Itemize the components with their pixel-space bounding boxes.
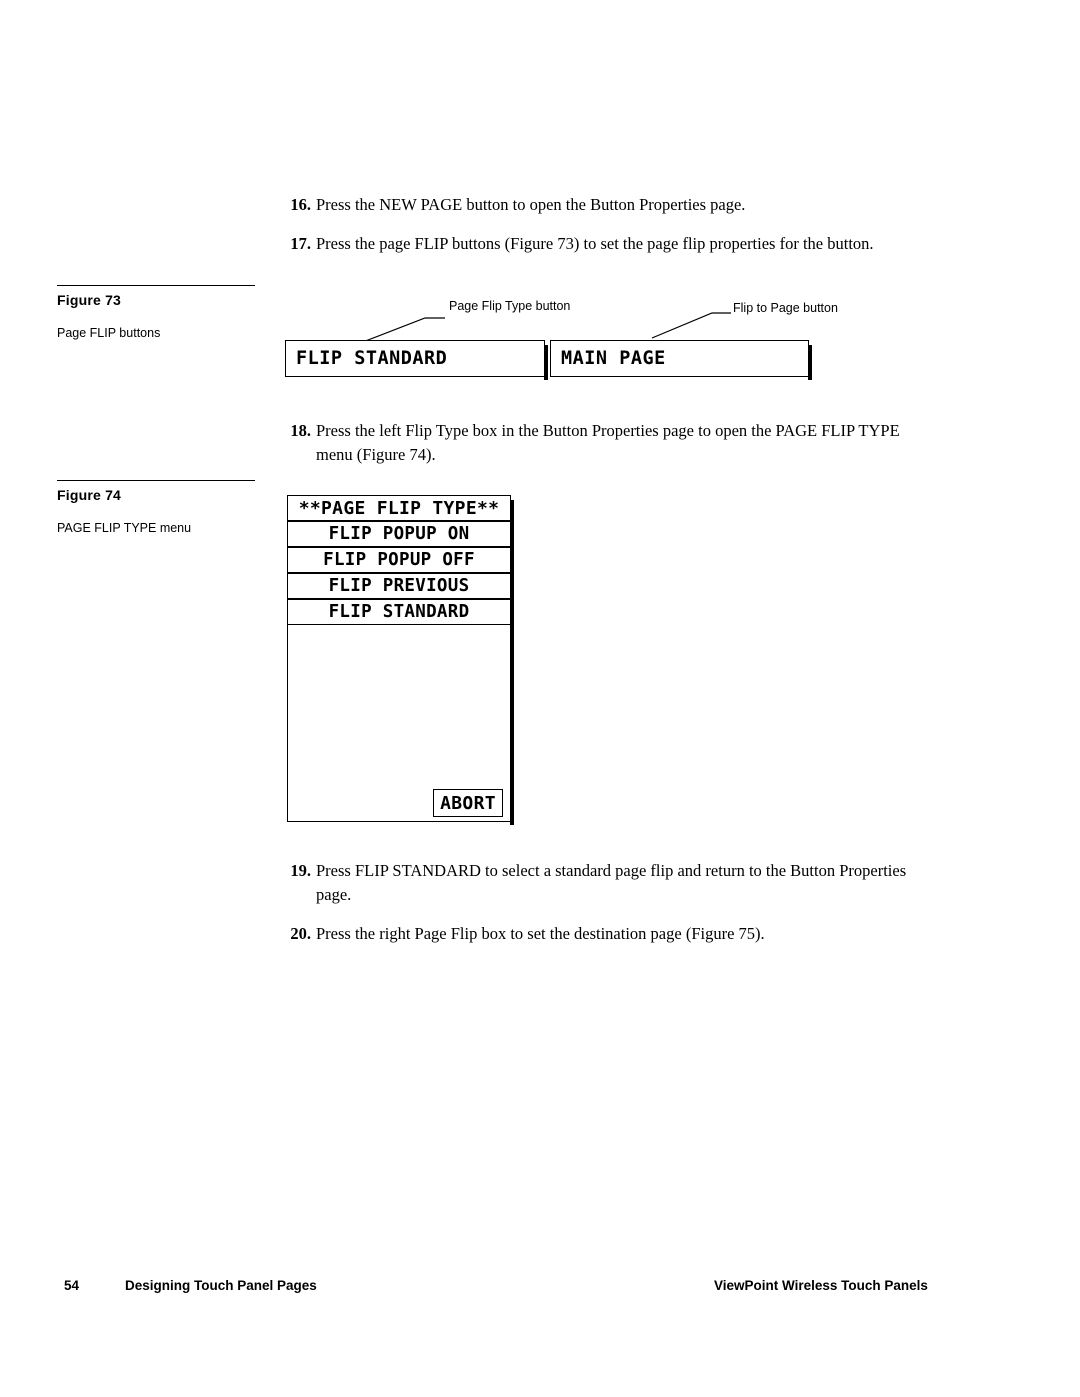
step-20-number: 20. [290,924,311,943]
figure-74-caption: PAGE FLIP TYPE menu [57,521,192,535]
step-19-text: Press FLIP STANDARD to select a standard… [316,861,907,904]
step-19: 19. Press FLIP STANDARD to select a stan… [285,859,935,907]
menu-item-flip-popup-on[interactable]: FLIP POPUP ON [287,521,511,547]
step-19-number: 19. [290,861,311,880]
menu-item-flip-previous[interactable]: FLIP PREVIOUS [287,573,511,599]
main-page-button[interactable]: MAIN PAGE [550,340,812,380]
footer-document-title: ViewPoint Wireless Touch Panels [714,1278,928,1293]
menu-header-page-flip-type: **PAGE FLIP TYPE** [287,495,511,521]
figure-74-block: Figure 74 PAGE FLIP TYPE menu [57,480,257,535]
menu-item-flip-popup-off[interactable]: FLIP POPUP OFF [287,547,511,573]
abort-button[interactable]: ABORT [433,789,503,817]
figure-74-title: Figure 74 [57,487,122,503]
leader-line-page-flip-type [354,312,731,346]
footer-page-number: 54 [64,1278,80,1293]
step-18: 18. Press the left Flip Type box in the … [285,419,935,467]
flip-standard-button[interactable]: FLIP STANDARD [285,340,548,380]
step-18-number: 18. [290,421,311,440]
menu-item-flip-standard[interactable]: FLIP STANDARD [287,599,511,625]
figure-74-rule [57,480,255,481]
step-20: 20. Press the right Page Flip box to set… [285,922,935,946]
step-20-text: Press the right Page Flip box to set the… [316,924,765,943]
footer-section-title: Designing Touch Panel Pages [125,1278,317,1293]
step-18-text: Press the left Flip Type box in the Butt… [316,421,900,464]
